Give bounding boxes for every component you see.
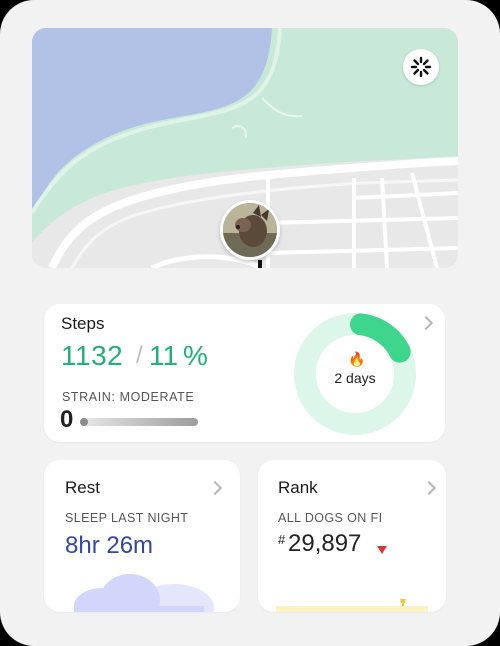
map-action-button[interactable] xyxy=(403,49,439,85)
dog-photo-icon xyxy=(223,203,277,257)
trophy-icon xyxy=(400,599,406,606)
rank-value: 29,897 xyxy=(288,530,362,557)
app-screen: Steps 1132 / 11 % STRAIN: MODERATE 0 🔥 2… xyxy=(0,0,500,646)
steps-percent: 11 xyxy=(149,340,179,371)
flame-icon: 🔥 xyxy=(348,351,366,367)
sleep-value: 8hr 26m xyxy=(65,532,154,559)
rank-card[interactable]: Rank ALL DOGS ON FI # 29,897 xyxy=(258,460,446,612)
sleep-label: SLEEP LAST NIGHT xyxy=(65,511,189,525)
steps-count: 1132 xyxy=(61,340,124,371)
rank-title: Rank xyxy=(278,478,318,497)
dog-avatar[interactable] xyxy=(220,200,280,260)
location-pin-stem xyxy=(258,260,262,268)
sparkle-icon xyxy=(410,56,432,78)
trend-down-icon xyxy=(377,546,387,554)
cloud-icon xyxy=(74,574,214,612)
steps-divider: / xyxy=(136,342,143,369)
strain-value: 0 xyxy=(60,406,74,433)
chevron-right-icon[interactable] xyxy=(207,480,223,496)
location-map[interactable] xyxy=(32,28,458,268)
chevron-right-icon[interactable] xyxy=(421,480,437,496)
steps-title: Steps xyxy=(61,314,105,333)
rank-scope-label: ALL DOGS ON FI xyxy=(278,511,383,525)
rest-title: Rest xyxy=(65,478,100,497)
streak-label: 2 days xyxy=(334,370,376,386)
rest-card[interactable]: Rest SLEEP LAST NIGHT 8hr 26m xyxy=(44,460,240,612)
rank-hash: # xyxy=(278,532,286,547)
strain-indicator xyxy=(80,418,88,426)
steps-percent-sign: % xyxy=(183,340,208,371)
strain-label: STRAIN: MODERATE xyxy=(62,390,195,404)
chevron-right-icon[interactable] xyxy=(418,315,434,331)
strain-bar xyxy=(80,418,198,426)
steps-card[interactable]: Steps 1132 / 11 % STRAIN: MODERATE 0 🔥 2… xyxy=(44,304,445,442)
